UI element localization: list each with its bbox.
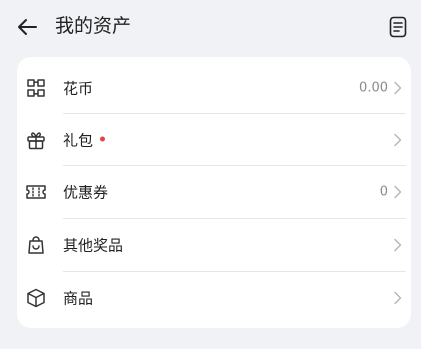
chevron-right-icon [394, 291, 402, 305]
gift-icon [25, 129, 47, 151]
bag-icon [25, 234, 47, 256]
chevron-right-icon [394, 81, 402, 95]
bill-list-icon [389, 16, 407, 38]
asset-label: 优惠券 [63, 183, 109, 202]
asset-row-goods[interactable]: 商品 [17, 272, 411, 324]
chevron-right-icon [394, 185, 402, 199]
asset-row-coupon[interactable]: 优惠券 0 [17, 166, 411, 218]
app-header: 我的资产 [0, 0, 421, 54]
asset-label: 礼包 [63, 131, 94, 150]
asset-row-gift[interactable]: 礼包 [17, 114, 411, 166]
back-button[interactable] [14, 14, 40, 40]
asset-value: 0.00 [359, 80, 388, 96]
arrow-left-icon [18, 19, 37, 35]
coupon-icon [25, 181, 47, 203]
asset-row-huabi[interactable]: 花币 0.00 [17, 62, 411, 114]
assets-card: 花币 0.00 礼包 优惠券 0 其他奖品 商品 [17, 57, 411, 328]
new-indicator-dot [100, 136, 106, 142]
asset-label: 商品 [63, 289, 94, 308]
page-title: 我的资产 [55, 15, 132, 37]
chevron-right-icon [394, 133, 402, 147]
asset-label-wrap: 礼包 [63, 130, 106, 151]
asset-row-other-prizes[interactable]: 其他奖品 [17, 219, 411, 271]
asset-label: 花币 [63, 79, 94, 98]
asset-label: 其他奖品 [63, 236, 124, 255]
chevron-right-icon [394, 238, 402, 252]
bill-button[interactable] [385, 13, 411, 41]
package-icon [25, 287, 47, 309]
asset-value: 0 [379, 184, 388, 200]
huabi-coin-icon [25, 77, 47, 99]
